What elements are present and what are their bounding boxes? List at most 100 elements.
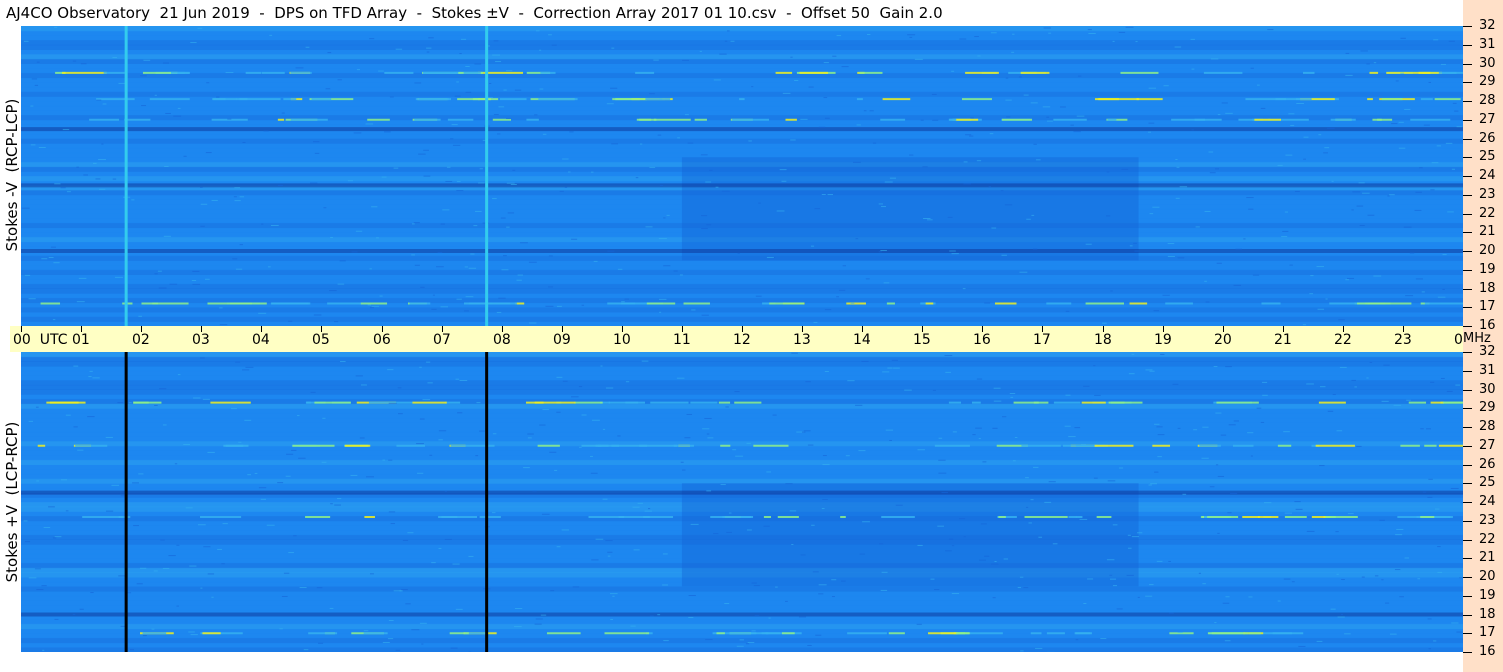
noise-speck [360,384,367,386]
spectrogram-band [21,375,1463,381]
bright-segment [639,444,678,447]
noise-speck [369,268,372,270]
noise-speck [751,582,757,584]
noise-speck [1118,31,1126,33]
noise-speck [399,590,403,592]
bright-segment [650,401,689,404]
dark-band [21,127,1463,132]
noise-speck [286,453,294,455]
noise-speck [54,618,59,620]
bright-segment [364,516,375,518]
noise-speck [832,55,837,57]
noise-speck [1396,528,1404,530]
noise-speck [1116,608,1123,610]
noise-speck [1018,76,1022,78]
noise-speck [1177,632,1183,634]
time-tick-label: 21 [1274,332,1292,348]
noise-speck [982,461,987,463]
noise-speck [1428,81,1432,83]
noise-speck [1448,40,1455,42]
spectrogram-band [21,68,1463,74]
noise-speck [649,615,654,617]
noise-speck [719,53,727,55]
noise-speck [384,131,391,133]
noise-speck [1112,524,1118,526]
noise-speck [211,199,218,201]
noise-speck [183,155,187,157]
bottom-panel-ylabel: Stokes +V (LCP-RCP) [3,421,21,583]
noise-speck [1284,211,1288,213]
noise-speck [1023,94,1029,96]
bright-segment [1110,401,1143,404]
bright-segment [645,98,671,101]
noise-speck [162,424,167,426]
noise-speck [1065,394,1071,396]
noise-speck [624,298,629,300]
spectrogram-band [21,311,1463,318]
noise-speck [65,510,69,512]
noise-speck [62,129,70,131]
bright-segment [1096,516,1112,518]
noise-speck [941,492,948,494]
noise-speck [141,105,147,107]
noise-speck [1121,168,1129,170]
noise-speck [1048,32,1052,34]
bright-segment [1207,516,1239,518]
noise-speck [312,141,320,143]
bright-segment [1318,401,1346,404]
noise-speck [323,207,327,209]
noise-speck [813,321,818,323]
noise-speck [1167,255,1175,257]
noise-speck [1128,373,1135,375]
noise-speck [891,359,898,361]
time-tick-label: 13 [793,332,811,348]
noise-speck [852,161,861,163]
noise-speck [807,444,814,446]
noise-speck [579,446,582,448]
noise-speck [847,380,855,382]
bright-segment [1203,71,1243,74]
noise-speck [514,89,522,91]
noise-speck [1107,480,1116,482]
bright-segment [283,98,297,101]
noise-speck [65,414,71,416]
noise-speck [21,207,30,209]
noise-speck [432,294,435,296]
bright-segment [1085,302,1125,305]
freq-tick-label: 16 [1479,318,1496,333]
freq-tick [1463,214,1472,215]
noise-speck [382,459,386,461]
noise-speck [411,629,420,631]
noise-speck [459,380,468,382]
noise-speck [735,455,744,457]
noise-speck [355,375,363,377]
noise-speck [962,288,966,290]
noise-speck [263,130,269,132]
noise-speck [895,504,903,506]
noise-speck [1422,491,1427,493]
noise-speck [378,70,384,72]
bright-segment [1420,516,1435,518]
bright-segment [1438,444,1463,447]
noise-speck [823,97,828,99]
bright-segment [729,632,769,635]
noise-speck [450,138,454,140]
noise-speck [365,123,374,125]
noise-speck [293,535,297,537]
noise-speck [1110,290,1113,292]
noise-speck [488,82,492,84]
noise-speck [427,382,433,384]
noise-speck [532,490,537,492]
noise-speck [751,86,754,88]
noise-speck [611,47,615,49]
noise-speck [363,630,369,632]
noise-speck [431,562,436,564]
spectrogram-band [21,459,1463,465]
noise-speck [197,27,203,29]
spectrogram-band [21,427,1463,433]
noise-speck [1225,112,1233,114]
freq-tick [1463,120,1472,121]
noise-speck [464,266,468,268]
noise-speck [238,441,242,443]
noise-speck [225,72,234,74]
